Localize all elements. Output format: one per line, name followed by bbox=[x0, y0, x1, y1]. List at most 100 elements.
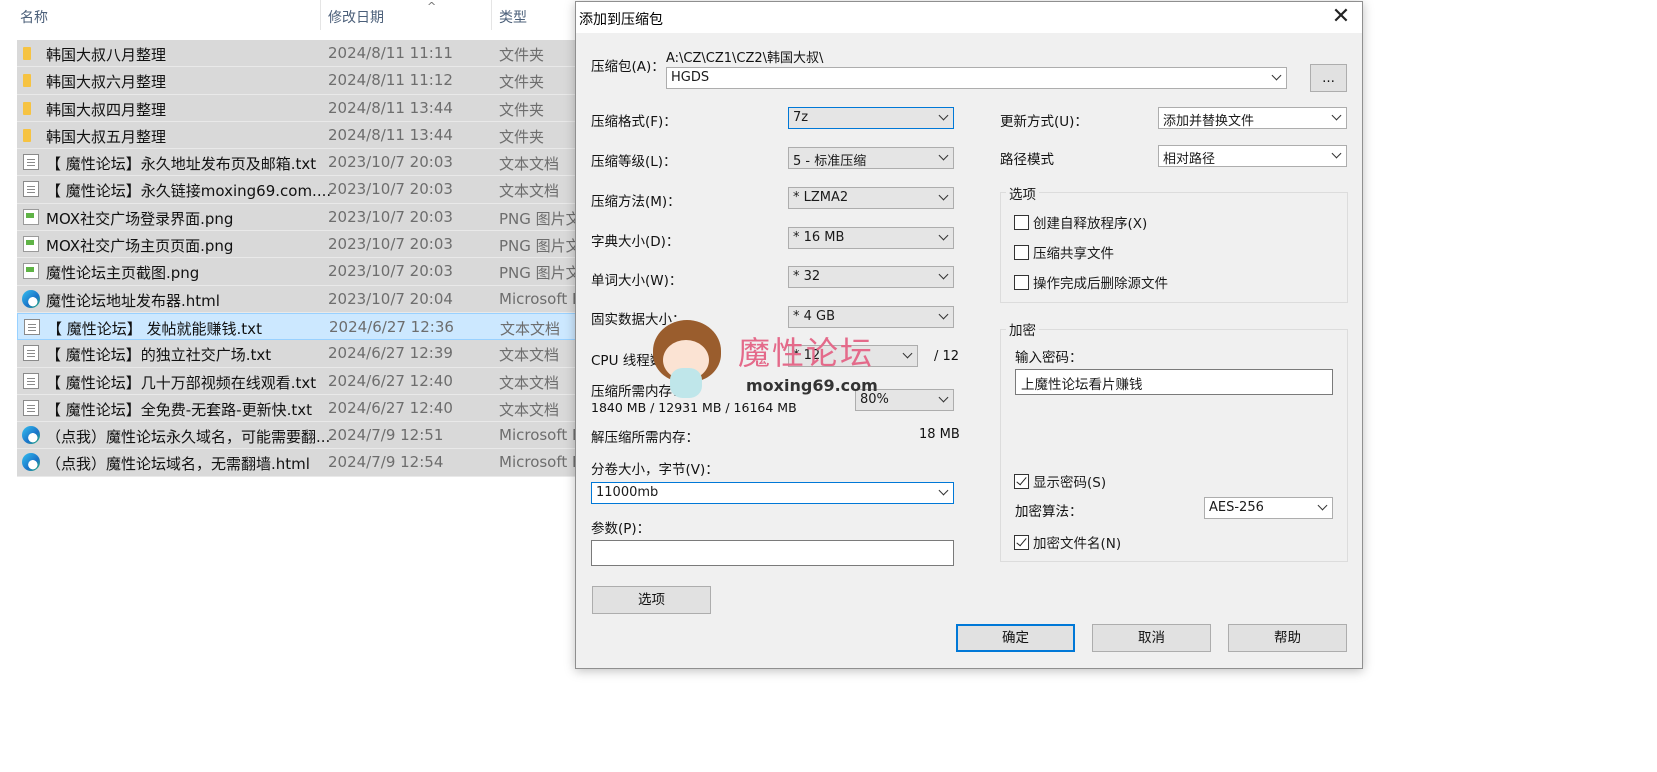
file-row[interactable]: 【 魔性论坛】永久地址发布页及邮箱.txt 2023/10/7 20:03 文本文档 bbox=[17, 149, 617, 177]
shared-checkbox[interactable]: 压缩共享文件 bbox=[1014, 242, 1114, 262]
path-mode-select[interactable]: 相对路径 bbox=[1158, 145, 1347, 167]
params-input[interactable] bbox=[591, 540, 954, 566]
column-header-name[interactable]: 名称 bbox=[20, 7, 48, 27]
file-row[interactable]: （点我）魔性论坛域名，无需翻墙.html 2024/7/9 12:54 Micros… bbox=[17, 449, 617, 477]
show-password-label: 显示密码(S) bbox=[1033, 475, 1107, 491]
browse-button[interactable]: ... bbox=[1310, 64, 1347, 92]
encryption-method-select[interactable]: AES-256 bbox=[1204, 497, 1333, 519]
folder-icon bbox=[23, 101, 31, 115]
archive-name-combo[interactable]: HGDS bbox=[666, 67, 1287, 89]
file-list: 韩国大叔八月整理 2024/8/11 11:11 文件夹 韩国大叔六月整理 2024/8… bbox=[17, 40, 617, 477]
file-date: 2023/10/7 20:03 bbox=[328, 207, 453, 226]
update-select[interactable]: 添加并替换文件 bbox=[1158, 107, 1347, 129]
volume-combo[interactable]: 11000mb bbox=[591, 482, 954, 504]
password-input[interactable]: 上魔性论坛看片赚钱 bbox=[1015, 369, 1333, 395]
file-date: 2024/8/11 11:11 bbox=[328, 44, 453, 62]
sfx-checkbox-box[interactable] bbox=[1014, 214, 1029, 230]
file-date: 2024/7/9 12:51 bbox=[328, 426, 444, 445]
file-row[interactable]: 【 魔性论坛】几十万部视频在线观看.txt 2024/6/27 12:40 文本文档 bbox=[17, 367, 617, 395]
cancel-button[interactable]: 取消 bbox=[1092, 624, 1211, 652]
file-row[interactable]: 韩国大叔六月整理 2024/8/11 11:12 文件夹 bbox=[17, 67, 617, 95]
show-password-checkbox[interactable]: 显示密码(S) bbox=[1014, 471, 1106, 491]
file-date: 2023/10/7 20:03 bbox=[328, 262, 453, 281]
threads-max: / 12 bbox=[934, 349, 960, 364]
chevron-down-icon[interactable] bbox=[938, 190, 949, 201]
file-date: 2024/7/9 12:54 bbox=[328, 453, 444, 472]
sfx-checkbox-label: 创建自释放程序(X) bbox=[1033, 216, 1148, 232]
dict-select[interactable]: * 16 MB bbox=[788, 227, 954, 249]
archive-name-value: HGDS bbox=[671, 70, 710, 85]
delete-source-checkbox-box[interactable] bbox=[1014, 274, 1029, 290]
file-row[interactable]: 【 魔性论坛】 发帖就能赚钱.txt 2024/6/27 12:36 文本文档 bbox=[17, 312, 617, 341]
edge-icon bbox=[22, 453, 40, 472]
column-header-type[interactable]: 类型 bbox=[499, 7, 527, 27]
chevron-down-icon[interactable] bbox=[902, 348, 913, 359]
path-mode-label: 路径模式 bbox=[1000, 152, 1054, 168]
file-row[interactable]: 【 魔性论坛】全免费-无套路-更新快.txt 2024/6/27 12:40 文本文… bbox=[17, 394, 617, 423]
column-divider[interactable] bbox=[491, 0, 492, 30]
chevron-down-icon[interactable] bbox=[938, 309, 949, 320]
show-password-checkbox-box[interactable] bbox=[1014, 473, 1029, 489]
watermark-url: moxing69.com bbox=[746, 376, 878, 395]
encrypt-names-checkbox[interactable]: 加密文件名(N) bbox=[1014, 532, 1121, 552]
chevron-down-icon[interactable] bbox=[938, 150, 949, 161]
format-value: 7z bbox=[793, 110, 809, 125]
chevron-down-icon[interactable] bbox=[1331, 110, 1342, 121]
method-label: 压缩方法(M)： bbox=[591, 194, 681, 210]
dialog-titlebar[interactable]: 添加到压缩包 ✕ bbox=[576, 2, 1362, 33]
file-date: 2024/8/11 13:44 bbox=[328, 125, 453, 144]
path-mode-value: 相对路径 bbox=[1163, 152, 1216, 167]
file-name: 【 魔性论坛】全免费-无套路-更新快.txt bbox=[46, 400, 313, 419]
options-group-title: 选项 bbox=[1006, 183, 1039, 203]
delete-source-checkbox[interactable]: 操作完成后删除源文件 bbox=[1014, 272, 1168, 292]
file-date: 2024/6/27 12:39 bbox=[328, 344, 453, 363]
file-name: MOX社交广场主页页面.png bbox=[46, 237, 234, 256]
dialog-title: 添加到压缩包 bbox=[579, 12, 663, 28]
sfx-checkbox[interactable]: 创建自释放程序(X) bbox=[1014, 212, 1147, 232]
encrypt-names-label: 加密文件名(N) bbox=[1033, 536, 1122, 552]
file-name: 【 魔性论坛】永久链接moxing69.com.... bbox=[46, 182, 332, 201]
mem-decompress-value: 18 MB bbox=[919, 427, 960, 442]
chevron-down-icon[interactable] bbox=[1331, 148, 1342, 159]
file-row[interactable]: （点我）魔性论坛永久域名，可能需要翻... 2024/7/9 12:51 Micro… bbox=[17, 422, 617, 450]
encrypt-names-checkbox-box[interactable] bbox=[1014, 534, 1029, 550]
word-select[interactable]: * 32 bbox=[788, 266, 954, 288]
level-select[interactable]: 5 - 标准压缩 bbox=[788, 147, 954, 169]
column-header-date[interactable]: 修改日期 bbox=[328, 7, 384, 27]
file-row[interactable]: 韩国大叔四月整理 2024/8/11 13:44 文件夹 bbox=[17, 94, 617, 122]
file-row[interactable]: MOX社交广场主页页面.png 2023/10/7 20:03 PNG 图片文件 bbox=[17, 231, 617, 259]
file-date: 2024/8/11 13:44 bbox=[328, 98, 453, 117]
file-row[interactable]: 韩国大叔八月整理 2024/8/11 11:11 文件夹 bbox=[17, 40, 617, 68]
file-row[interactable]: 魔性论坛主页截图.png 2023/10/7 20:03 PNG 图片文件 bbox=[17, 258, 617, 286]
chevron-down-icon[interactable] bbox=[938, 392, 949, 403]
file-row[interactable]: 【 魔性论坛】的独立社交广场.txt 2024/6/27 12:39 文本文档 bbox=[17, 340, 617, 368]
file-name: 【 魔性论坛】的独立社交广场.txt bbox=[46, 346, 272, 365]
file-date: 2024/8/11 11:12 bbox=[328, 71, 453, 90]
file-row[interactable]: MOX社交广场登录界面.png 2023/10/7 20:03 PNG 图片文件 bbox=[17, 203, 617, 232]
column-divider[interactable] bbox=[320, 0, 321, 30]
solid-select[interactable]: * 4 GB bbox=[788, 306, 954, 328]
file-row[interactable]: 【 魔性论坛】永久链接moxing69.com.... 2023/10/7 20:… bbox=[17, 176, 617, 204]
chevron-down-icon[interactable] bbox=[938, 485, 949, 496]
dict-value: * 16 MB bbox=[793, 230, 845, 245]
close-icon[interactable]: ✕ bbox=[1328, 4, 1354, 30]
file-row[interactable]: 韩国大叔五月整理 2024/8/11 13:44 文件夹 bbox=[17, 121, 617, 150]
method-select[interactable]: * LZMA2 bbox=[788, 187, 954, 209]
format-select[interactable]: 7z bbox=[788, 107, 954, 129]
shared-checkbox-box[interactable] bbox=[1014, 244, 1029, 260]
encryption-method-label: 加密算法： bbox=[1015, 504, 1083, 520]
chevron-down-icon[interactable] bbox=[938, 110, 949, 121]
options-button[interactable]: 选项 bbox=[592, 586, 711, 614]
chevron-down-icon[interactable] bbox=[938, 230, 949, 241]
chevron-down-icon[interactable] bbox=[1271, 70, 1282, 81]
text-file-icon bbox=[23, 399, 39, 416]
word-value: * 32 bbox=[793, 269, 821, 284]
shared-checkbox-label: 压缩共享文件 bbox=[1033, 246, 1114, 262]
file-row[interactable]: 魔性论坛地址发布器.html 2023/10/7 20:04 Microsoft E… bbox=[17, 285, 617, 313]
chevron-down-icon[interactable] bbox=[938, 269, 949, 280]
level-value: 5 - 标准压缩 bbox=[793, 154, 867, 169]
ok-button[interactable]: 确定 bbox=[956, 624, 1075, 652]
file-name: 韩国大叔五月整理 bbox=[46, 127, 167, 146]
help-button[interactable]: 帮助 bbox=[1228, 624, 1347, 652]
chevron-down-icon[interactable] bbox=[1317, 500, 1328, 511]
